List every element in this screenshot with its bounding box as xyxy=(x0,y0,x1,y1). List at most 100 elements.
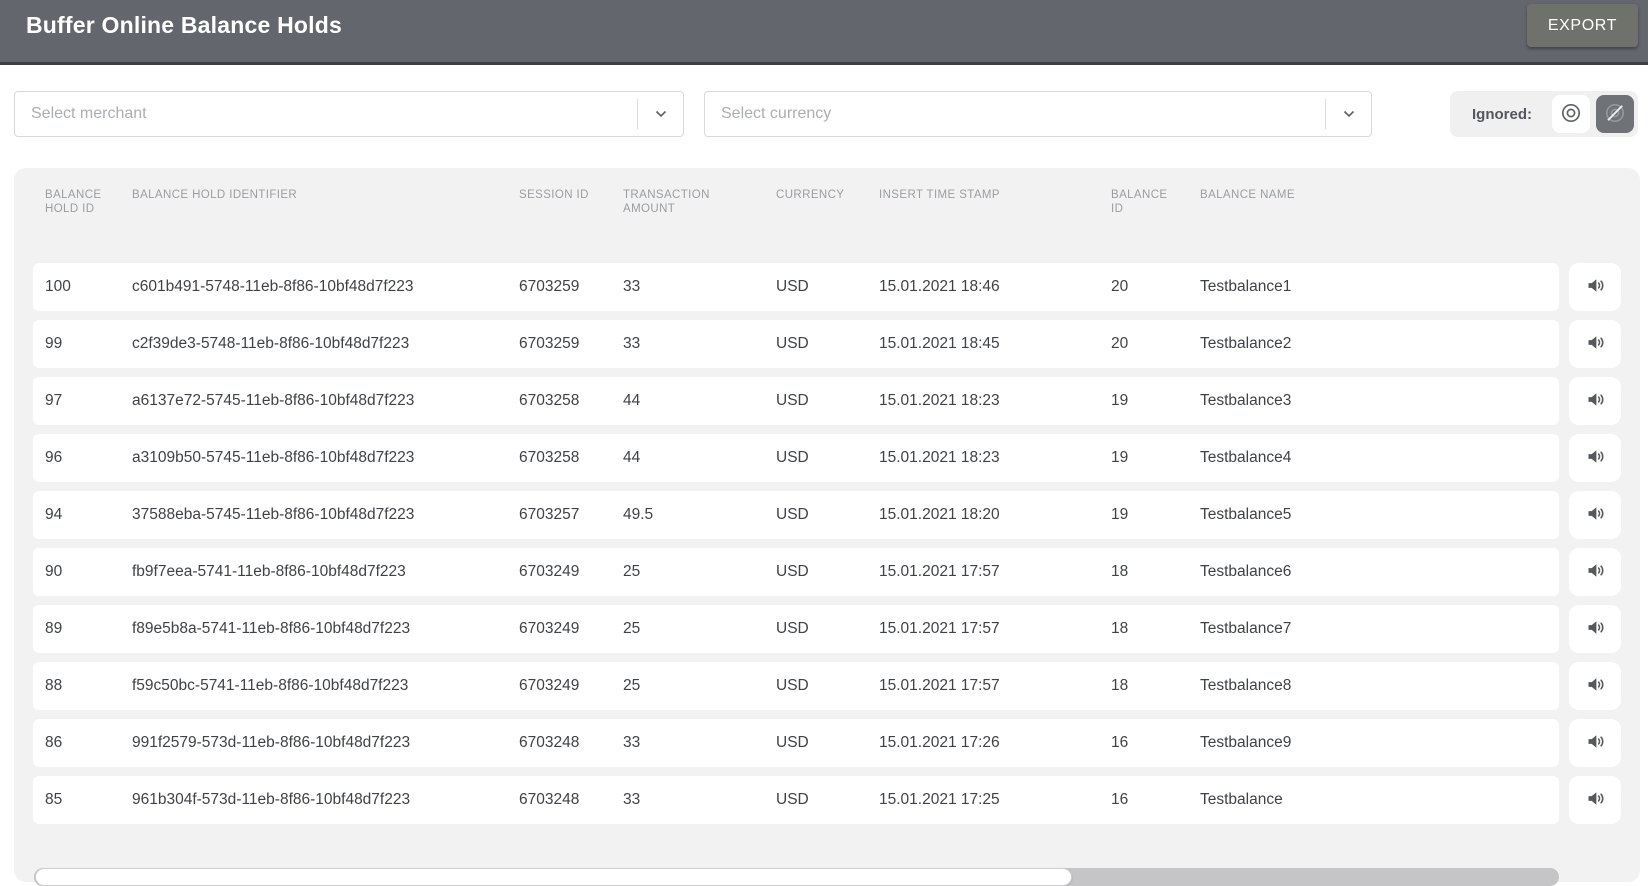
cell-session-id: 6703248 xyxy=(519,734,623,752)
row-sound-button[interactable] xyxy=(1569,491,1621,539)
ignored-filter-group: Ignored: xyxy=(1450,91,1638,137)
column-header-balance-hold-id: BALANCE HOLD ID xyxy=(45,188,132,217)
column-header-currency: CURRENCY xyxy=(776,188,879,202)
merchant-select[interactable] xyxy=(14,91,684,137)
cell-balance-name: Testbalance2 xyxy=(1200,335,1547,353)
column-header-transaction-amount: TRANSACTION AMOUNT xyxy=(623,188,776,217)
cell-session-id: 6703249 xyxy=(519,620,623,638)
cell-balance-id: 18 xyxy=(1111,620,1200,638)
page-title: Buffer Online Balance Holds xyxy=(26,12,342,39)
row-sound-button[interactable] xyxy=(1569,434,1621,482)
cell-balance-hold-identifier: 37588eba-5745-11eb-8f86-10bf48d7f223 xyxy=(132,506,519,524)
cell-insert-time-stamp: 15.01.2021 17:57 xyxy=(879,620,1111,638)
cell-balance-id: 16 xyxy=(1111,734,1200,752)
cell-balance-hold-id: 99 xyxy=(45,335,132,353)
chevron-down-icon[interactable] xyxy=(638,106,683,122)
cell-session-id: 6703257 xyxy=(519,506,623,524)
table-header-row: BALANCE HOLD ID BALANCE HOLD IDENTIFIER … xyxy=(33,188,1559,217)
speaker-icon xyxy=(1585,788,1606,812)
cell-transaction-amount: 33 xyxy=(623,335,776,353)
cell-currency: USD xyxy=(776,677,879,695)
cell-balance-id: 18 xyxy=(1111,563,1200,581)
table-row-main: 89 f89e5b8a-5741-11eb-8f86-10bf48d7f223 … xyxy=(33,605,1559,653)
cell-insert-time-stamp: 15.01.2021 18:45 xyxy=(879,335,1111,353)
chevron-down-icon[interactable] xyxy=(1326,106,1371,122)
cell-currency: USD xyxy=(776,506,879,524)
cell-transaction-amount: 33 xyxy=(623,734,776,752)
cell-balance-name: Testbalance1 xyxy=(1200,278,1547,296)
table-row: 96 a3109b50-5745-11eb-8f86-10bf48d7f223 … xyxy=(33,434,1621,482)
speaker-icon xyxy=(1585,617,1606,641)
row-sound-button[interactable] xyxy=(1569,548,1621,596)
merchant-select-input[interactable] xyxy=(15,105,637,123)
speaker-icon xyxy=(1585,674,1606,698)
cell-balance-name: Testbalance8 xyxy=(1200,677,1547,695)
cell-balance-id: 20 xyxy=(1111,335,1200,353)
cell-balance-hold-id: 85 xyxy=(45,791,132,809)
cell-balance-id: 19 xyxy=(1111,506,1200,524)
table-row: 89 f89e5b8a-5741-11eb-8f86-10bf48d7f223 … xyxy=(33,605,1621,653)
hide-ignored-button[interactable] xyxy=(1596,95,1634,133)
cell-balance-hold-identifier: fb9f7eea-5741-11eb-8f86-10bf48d7f223 xyxy=(132,563,519,581)
row-sound-button[interactable] xyxy=(1569,605,1621,653)
table-row: 100 c601b491-5748-11eb-8f86-10bf48d7f223… xyxy=(33,263,1621,311)
table-body: 100 c601b491-5748-11eb-8f86-10bf48d7f223… xyxy=(33,263,1621,824)
speaker-icon xyxy=(1585,389,1606,413)
table-row-main: 88 f59c50bc-5741-11eb-8f86-10bf48d7f223 … xyxy=(33,662,1559,710)
cell-balance-hold-identifier: c601b491-5748-11eb-8f86-10bf48d7f223 xyxy=(132,278,519,296)
scrollbar-thumb[interactable] xyxy=(35,868,1072,886)
cell-currency: USD xyxy=(776,392,879,410)
cell-balance-hold-identifier: a6137e72-5745-11eb-8f86-10bf48d7f223 xyxy=(132,392,519,410)
cell-transaction-amount: 49.5 xyxy=(623,506,776,524)
column-header-insert-time-stamp: INSERT TIME STAMP xyxy=(879,188,1111,202)
cell-balance-hold-identifier: c2f39de3-5748-11eb-8f86-10bf48d7f223 xyxy=(132,335,519,353)
cell-balance-name: Testbalance6 xyxy=(1200,563,1547,581)
cell-transaction-amount: 25 xyxy=(623,620,776,638)
cell-session-id: 6703258 xyxy=(519,449,623,467)
speaker-icon xyxy=(1585,731,1606,755)
cell-balance-hold-identifier: f89e5b8a-5741-11eb-8f86-10bf48d7f223 xyxy=(132,620,519,638)
cell-balance-hold-id: 89 xyxy=(45,620,132,638)
cell-balance-hold-id: 97 xyxy=(45,392,132,410)
row-sound-button[interactable] xyxy=(1569,263,1621,311)
cell-transaction-amount: 25 xyxy=(623,677,776,695)
export-button[interactable]: EXPORT xyxy=(1527,4,1638,47)
table-row-main: 94 37588eba-5745-11eb-8f86-10bf48d7f223 … xyxy=(33,491,1559,539)
row-sound-button[interactable] xyxy=(1569,776,1621,824)
table-row-main: 97 a6137e72-5745-11eb-8f86-10bf48d7f223 … xyxy=(33,377,1559,425)
cell-balance-id: 19 xyxy=(1111,392,1200,410)
cell-balance-hold-id: 90 xyxy=(45,563,132,581)
cell-balance-hold-id: 86 xyxy=(45,734,132,752)
cell-currency: USD xyxy=(776,278,879,296)
row-sound-button[interactable] xyxy=(1569,377,1621,425)
ignored-label: Ignored: xyxy=(1454,106,1546,123)
cell-transaction-amount: 33 xyxy=(623,278,776,296)
table-row-main: 86 991f2579-573d-11eb-8f86-10bf48d7f223 … xyxy=(33,719,1559,767)
cell-insert-time-stamp: 15.01.2021 17:57 xyxy=(879,563,1111,581)
table-row: 94 37588eba-5745-11eb-8f86-10bf48d7f223 … xyxy=(33,491,1621,539)
row-sound-button[interactable] xyxy=(1569,719,1621,767)
cell-balance-name: Testbalance4 xyxy=(1200,449,1547,467)
currency-select[interactable] xyxy=(704,91,1372,137)
cell-balance-hold-identifier: 961b304f-573d-11eb-8f86-10bf48d7f223 xyxy=(132,791,519,809)
column-header-balance-id: BALANCE ID xyxy=(1111,188,1200,217)
horizontal-scrollbar[interactable] xyxy=(34,868,1559,886)
cell-balance-hold-id: 88 xyxy=(45,677,132,695)
column-header-balance-hold-identifier: BALANCE HOLD IDENTIFIER xyxy=(132,188,519,202)
table-row-main: 85 961b304f-573d-11eb-8f86-10bf48d7f223 … xyxy=(33,776,1559,824)
cell-balance-name: Testbalance3 xyxy=(1200,392,1547,410)
currency-select-input[interactable] xyxy=(705,105,1325,123)
speaker-icon xyxy=(1585,503,1606,527)
cell-insert-time-stamp: 15.01.2021 17:57 xyxy=(879,677,1111,695)
cell-balance-name: Testbalance9 xyxy=(1200,734,1547,752)
cell-balance-hold-identifier: 991f2579-573d-11eb-8f86-10bf48d7f223 xyxy=(132,734,519,752)
cell-session-id: 6703259 xyxy=(519,278,623,296)
cell-currency: USD xyxy=(776,449,879,467)
column-header-balance-name: BALANCE NAME xyxy=(1200,188,1547,202)
row-sound-button[interactable] xyxy=(1569,320,1621,368)
show-ignored-button[interactable] xyxy=(1552,95,1590,133)
row-sound-button[interactable] xyxy=(1569,662,1621,710)
cell-insert-time-stamp: 15.01.2021 17:26 xyxy=(879,734,1111,752)
cell-currency: USD xyxy=(776,563,879,581)
speaker-icon xyxy=(1585,332,1606,356)
